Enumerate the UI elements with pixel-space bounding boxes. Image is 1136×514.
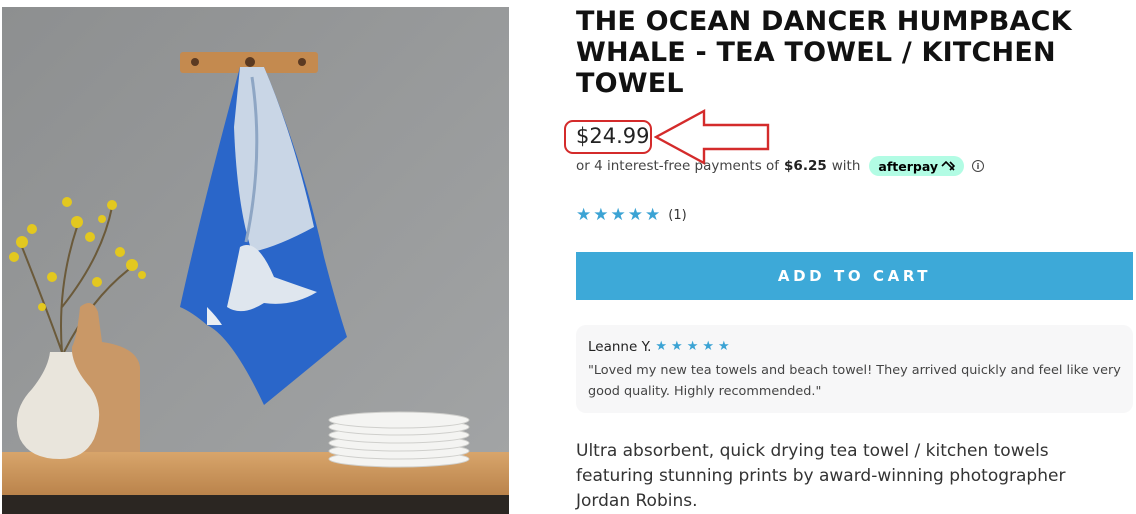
installments-prefix: or 4 interest-free payments of bbox=[576, 158, 780, 174]
product-image[interactable] bbox=[2, 7, 509, 514]
product-rating[interactable]: ★ ★ ★ ★ ★ (1) bbox=[576, 206, 687, 224]
star-icon: ★ bbox=[610, 205, 626, 225]
star-icon: ★ bbox=[655, 339, 668, 354]
add-to-cart-button[interactable]: ADD TO CART bbox=[576, 252, 1133, 300]
review-card: Leanne Y. ★ ★ ★ ★ ★ "Loved my new tea to… bbox=[576, 325, 1133, 413]
star-icon: ★ bbox=[627, 205, 643, 225]
star-icon: ★ bbox=[686, 339, 699, 354]
reviewer-row: Leanne Y. ★ ★ ★ ★ ★ bbox=[588, 339, 730, 355]
installments-suffix: with bbox=[831, 158, 861, 174]
star-icon: ★ bbox=[645, 205, 661, 225]
star-icon: ★ bbox=[702, 339, 714, 354]
product-description: Ultra absorbent, quick drying tea towel … bbox=[576, 441, 1066, 511]
towel-photo bbox=[2, 7, 509, 514]
star-icon: ★ bbox=[671, 339, 683, 354]
installment-amount: $6.25 bbox=[784, 158, 827, 174]
star-icon: ★ bbox=[593, 205, 609, 225]
installments-row: or 4 interest-free payments of $6.25 wit… bbox=[576, 156, 985, 176]
review-text: "Loved my new tea towels and beach towel… bbox=[588, 363, 1121, 399]
afterpay-badge[interactable]: afterpay bbox=[869, 156, 965, 176]
afterpay-label: afterpay bbox=[878, 158, 939, 174]
star-icon: ★ bbox=[576, 205, 592, 225]
product-price: $24.99 bbox=[576, 124, 650, 148]
reviewer-name: Leanne Y. bbox=[588, 339, 652, 355]
review-count[interactable]: (1) bbox=[668, 208, 686, 223]
star-icon: ★ bbox=[718, 339, 730, 354]
afterpay-arrows-icon bbox=[941, 161, 956, 171]
info-icon[interactable]: i bbox=[972, 160, 985, 172]
product-title: THE OCEAN DANCER HUMPBACK WHALE - TEA TO… bbox=[576, 6, 1072, 99]
